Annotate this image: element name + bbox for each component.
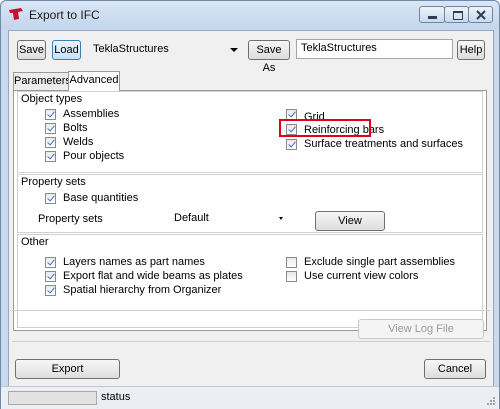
close-icon — [476, 10, 486, 20]
other-title: Other — [21, 236, 49, 248]
tab-parameters[interactable]: Parameters — [13, 72, 71, 90]
reinforcing-bars-highlight — [279, 119, 371, 137]
close-button[interactable] — [468, 6, 493, 23]
minimize-icon — [428, 16, 437, 19]
exclude-single-part-checkbox[interactable] — [286, 257, 297, 268]
view-property-sets-button[interactable]: View — [315, 211, 385, 231]
bolts-label: Bolts — [63, 122, 88, 134]
view-log-file-button[interactable]: View Log File — [358, 319, 484, 339]
current-view-colors-label: Use current view colors — [304, 270, 419, 282]
export-ifc-window: Export to IFC Save Load TeklaStructures … — [0, 0, 500, 409]
dialog-client-area: Save Load TeklaStructures Save As TeklaS… — [8, 30, 494, 388]
layer-names-checkbox[interactable] — [45, 257, 56, 268]
status-progress-bar — [8, 391, 97, 405]
current-view-colors-checkbox[interactable] — [286, 271, 297, 282]
resize-grip-icon[interactable] — [486, 396, 496, 406]
export-button[interactable]: Export — [15, 359, 120, 379]
spatial-hierarchy-label: Spatial hierarchy from Organizer — [63, 284, 222, 296]
object-types-group: Object types Assemblies Bolts Welds Pour… — [17, 91, 483, 173]
save-as-button[interactable]: Save As — [248, 40, 290, 74]
pour-objects-checkbox[interactable] — [45, 151, 56, 162]
load-button[interactable]: Load — [52, 40, 81, 60]
surface-treatments-label: Surface treatments and surfaces — [304, 138, 463, 150]
window-title: Export to IFC — [29, 8, 100, 22]
status-text: status — [101, 391, 131, 403]
settings-combo[interactable]: TeklaStructures — [87, 40, 244, 60]
base-quantities-label: Base quantities — [63, 192, 139, 204]
maximize-button[interactable] — [444, 6, 469, 23]
minimize-button[interactable] — [419, 6, 445, 23]
property-sets-combo[interactable]: Default — [168, 209, 286, 229]
welds-checkbox[interactable] — [45, 137, 56, 148]
property-sets-label: Property sets — [38, 213, 103, 225]
flat-wide-beams-label: Export flat and wide beams as plates — [63, 270, 243, 282]
title-bar[interactable]: Export to IFC — [1, 1, 499, 29]
maximize-icon — [453, 11, 463, 20]
settings-combo-value: TeklaStructures — [93, 43, 169, 55]
base-quantities-checkbox[interactable] — [45, 193, 56, 204]
tab-advanced[interactable]: Advanced — [68, 71, 120, 91]
property-sets-value: Default — [174, 212, 209, 224]
object-types-title: Object types — [21, 93, 83, 105]
save-as-name-input[interactable]: TeklaStructures — [296, 39, 453, 59]
welds-label: Welds — [63, 136, 94, 148]
chevron-down-icon — [279, 217, 283, 220]
layer-names-label: Layers names as part names — [63, 256, 205, 268]
assemblies-label: Assemblies — [63, 108, 120, 120]
cancel-button[interactable]: Cancel — [424, 359, 486, 379]
property-sets-title: Property sets — [21, 176, 86, 188]
pour-objects-label: Pour objects — [63, 150, 125, 162]
help-button[interactable]: Help — [457, 40, 485, 60]
flat-wide-beams-checkbox[interactable] — [45, 271, 56, 282]
spatial-hierarchy-checkbox[interactable] — [45, 285, 56, 296]
tekla-app-icon — [9, 8, 23, 20]
assemblies-checkbox[interactable] — [45, 109, 56, 120]
bolts-checkbox[interactable] — [45, 123, 56, 134]
property-sets-group: Property sets Base quantities Property s… — [17, 174, 483, 233]
chevron-down-icon — [230, 48, 238, 52]
advanced-tab-panel: Object types Assemblies Bolts Welds Pour… — [13, 90, 487, 331]
status-bar: status — [1, 386, 499, 409]
save-button[interactable]: Save — [17, 40, 46, 60]
save-as-name-value: TeklaStructures — [301, 42, 377, 54]
exclude-single-part-label: Exclude single part assemblies — [304, 256, 456, 268]
surface-treatments-checkbox[interactable] — [286, 139, 297, 150]
